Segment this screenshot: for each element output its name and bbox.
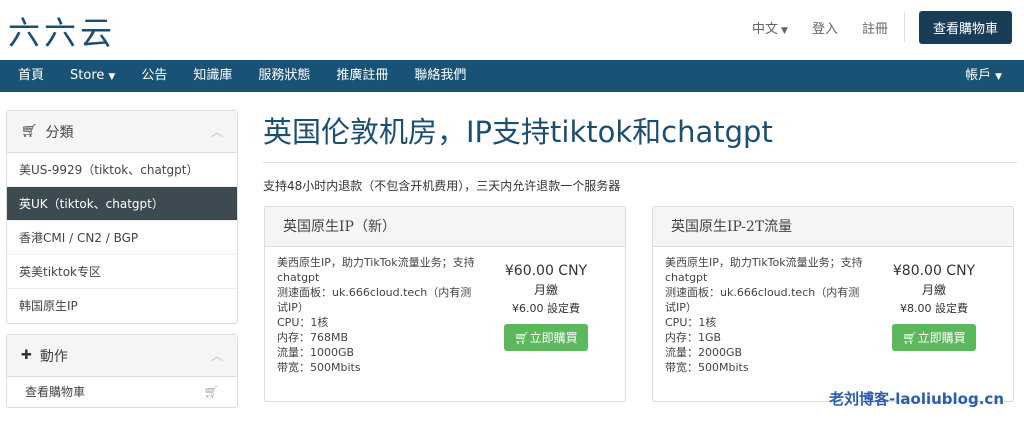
desc-line: 内存：768MB [277,331,349,344]
product-price: ¥60.00 CNY [504,263,588,279]
category-tiktok[interactable]: 英美tiktok专区 [7,255,237,289]
desc-line: CPU：1核 [277,316,329,329]
billing-cycle: 月繳 [921,283,946,297]
categories-panel: 🛒︎ 分類 ︿ 美US-9929（tiktok、chatgpt） 英UK（tik… [6,110,238,324]
product-card: 英国原生IP-2T流量 美西原生IP，助力TikTok流量业务；支持chatgp… [652,206,1014,402]
product-price: ¥80.00 CNY [892,263,976,279]
category-us-9929[interactable]: 美US-9929（tiktok、chatgpt） [7,153,237,187]
desc-line: 流量：1000GB [277,346,355,359]
view-cart-button[interactable]: 查看購物車 [918,10,1012,44]
order-now-button[interactable]: 🛒︎立即購買 [504,324,588,351]
product-description: 美西原生IP，助力TikTok流量业务；支持chatgpt 测速面板：uk.66… [665,255,865,375]
desc-line: 带宽：500Mbits [665,361,749,374]
product-pricing: ¥60.00 CNY 月繳 ¥6.00 設定費 🛒︎立即購買 [481,263,611,351]
setup-fee: ¥6.00 設定費 [512,302,580,315]
nav-store-label: Store [70,68,105,83]
chevron-up-icon[interactable]: ︿ [211,123,223,140]
cart-icon: 🛒︎ [203,385,219,399]
main-nav: 首頁 Store ▼ 公告 知識庫 服務狀態 推廣註冊 聯絡我們 帳戶 ▼ [0,60,1024,92]
desc-line: 流量：2000GB [665,346,743,359]
category-hk[interactable]: 香港CMI / CN2 / BGP [7,221,237,255]
nav-account-label: 帳戶 [965,68,992,83]
page-title: 英国伦敦机房，IP支持tiktok和chatgpt [263,115,773,149]
nav-home[interactable]: 首頁 [0,60,57,92]
nav-contact[interactable]: 聯絡我們 [401,60,479,92]
top-header: 六六云 中文 ▼ 登入 註冊 查看購物車 [0,0,1024,60]
product-name: 英国原生IP-2T流量 [653,207,1013,247]
desc-line: 测速面板：uk.666cloud.tech（内有测试IP） [277,286,472,314]
actions-title: 動作 [39,348,68,365]
order-now-button[interactable]: 🛒︎立即購買 [892,324,976,351]
category-uk[interactable]: 英UK（tiktok、chatgpt） [7,187,237,221]
nav-store[interactable]: Store ▼ [57,60,128,92]
nav-server-status[interactable]: 服務狀態 [245,60,323,92]
order-now-label: 立即購買 [917,331,966,345]
action-view-cart[interactable]: 查看購物車 🛒︎ [7,377,237,407]
cart-icon: 🛒︎ [514,331,530,345]
language-selector[interactable]: 中文 ▼ [752,18,788,37]
nav-affiliates[interactable]: 推廣註冊 [323,60,401,92]
order-now-label: 立即購買 [529,331,578,345]
sidebar: 🛒︎ 分類 ︿ 美US-9929（tiktok、chatgpt） 英UK（tik… [6,110,238,418]
cart-icon: 🛒︎ [21,124,38,139]
caret-down-icon: ▼ [781,25,788,36]
login-link[interactable]: 登入 [812,18,838,37]
actions-panel: ✚ 動作 ︿ 查看購物車 🛒︎ [6,334,238,408]
actions-header[interactable]: ✚ 動作 ︿ [7,335,237,377]
desc-line: 美西原生IP，助力TikTok流量业务；支持chatgpt [665,256,863,284]
nav-account[interactable]: 帳戶 ▼ [952,60,1024,92]
register-link[interactable]: 註冊 [862,18,888,37]
site-logo[interactable]: 六六云 [8,8,116,54]
product-name: 英国原生IP（新） [265,207,625,247]
plus-icon: ✚ [21,348,32,363]
divider [903,12,905,42]
product-list: 英国原生IP（新） 美西原生IP，助力TikTok流量业务；支持chatgpt … [263,206,1017,402]
cart-icon: 🛒︎ [902,331,918,345]
top-links: 中文 ▼ 登入 註冊 查看購物車 [728,10,1012,44]
desc-line: 美西原生IP，助力TikTok流量业务；支持chatgpt [277,256,475,284]
categories-header[interactable]: 🛒︎ 分類 ︿ [7,111,237,153]
watermark: 老刘博客-laoliublog.cn [829,390,1004,408]
billing-cycle: 月繳 [533,283,558,297]
divider [263,162,1017,163]
product-description: 美西原生IP，助力TikTok流量业务；支持chatgpt 测速面板：uk.66… [277,255,477,375]
nav-knowledgebase[interactable]: 知識庫 [180,60,245,92]
desc-line: 带宽：500Mbits [277,361,361,374]
product-body: 美西原生IP，助力TikTok流量业务；支持chatgpt 测速面板：uk.66… [653,247,1013,383]
category-korea[interactable]: 韩国原生IP [7,289,237,323]
setup-fee: ¥8.00 設定費 [900,302,968,315]
language-label: 中文 [752,21,779,37]
page-subtitle: 支持48小时内退款（不包含开机费用），三天内允许退款一个服务器 [263,179,621,193]
main-content: 英国伦敦机房，IP支持tiktok和chatgpt 支持48小时内退款（不包含开… [263,110,1017,402]
product-body: 美西原生IP，助力TikTok流量业务；支持chatgpt 测速面板：uk.66… [265,247,625,383]
caret-down-icon: ▼ [995,72,1002,82]
chevron-up-icon[interactable]: ︿ [211,347,223,364]
desc-line: 测速面板：uk.666cloud.tech（内有测试IP） [665,286,860,314]
action-view-cart-label: 查看購物車 [25,385,86,399]
desc-line: CPU：1核 [665,316,717,329]
caret-down-icon: ▼ [108,72,116,82]
product-pricing: ¥80.00 CNY 月繳 ¥8.00 設定費 🛒︎立即購買 [869,263,999,351]
desc-line: 内存：1GB [665,331,722,344]
product-card: 英国原生IP（新） 美西原生IP，助力TikTok流量业务；支持chatgpt … [264,206,626,402]
categories-title: 分類 [45,124,74,141]
nav-announcements[interactable]: 公告 [128,60,180,92]
